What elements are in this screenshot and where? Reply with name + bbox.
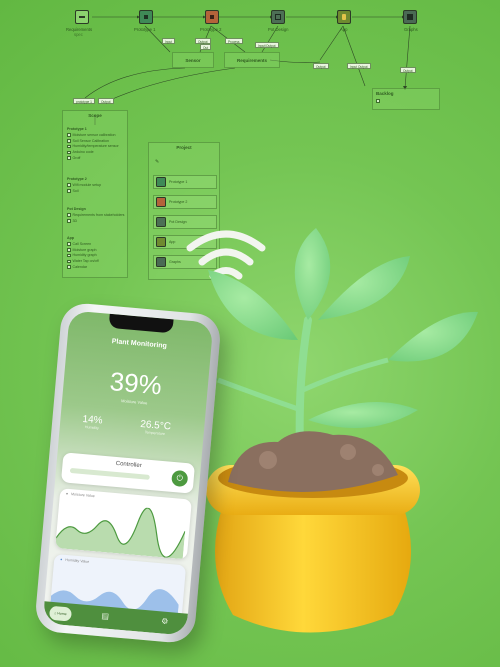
edge-tag: Process [225,38,243,44]
checklist-item[interactable]: Soil [67,189,101,193]
node-sublabel: spec [74,32,83,37]
pencil-icon[interactable]: ✎ [155,159,159,165]
phone-mockup: Plant Monitoring 39% Moisture Value 14% … [33,301,223,645]
humidity-label: Humidity [84,425,99,431]
panel-title: Project [176,145,192,150]
card-title: Humidity Value [65,557,90,564]
checklist-item[interactable]: Groff [67,156,119,160]
edge-tag: Output [98,98,114,104]
chip-icon [139,10,153,24]
node-label: Prototype 2 [200,27,222,32]
nav-home[interactable]: ⌂ Home [48,605,73,622]
panel-title: Scope [88,113,102,118]
node-label: Graphs [404,27,418,32]
droplet-icon: ● [60,557,63,562]
nav-home-label: Home [57,611,67,617]
card-title: Moisture Value [70,492,95,499]
project-row-label: Prototype 2 [169,199,188,204]
graph-icon [403,10,417,24]
phone-screen: Plant Monitoring 39% Moisture Value 14% … [42,310,214,636]
project-row[interactable]: Prototype 1 [153,175,217,189]
card-header: ● Moisture Value [66,492,95,499]
controller-card: Controller ⏻ [60,452,196,494]
checklist-item[interactable]: Wifi module setup [67,183,101,187]
edge-tag: Input Output [347,63,371,69]
node-label: Pot Design [268,27,289,32]
chip-icon [156,177,166,187]
edge-tag: prototype 1 [73,98,95,104]
scope-group: Prototype 1 Moisture sensor calibration … [67,127,119,162]
card-header: ● Humidity Value [60,557,89,564]
group-title: Prototype 1 [67,127,87,131]
node-sensor[interactable]: Sensor [172,52,214,68]
group-title: Prototype 2 [67,177,87,181]
checklist-item[interactable]: Humidity/temperature sensor [67,144,119,148]
project-row-label: Prototype 1 [169,179,188,184]
screen-title: Plant Monitoring [111,338,168,350]
edge-tag: Output [313,63,329,69]
home-icon: ⌂ [54,611,57,616]
temperature-stat: 26.5°C Temperature [139,419,172,437]
node-label: Requirements [236,58,267,63]
app-icon [337,10,351,24]
checklist-item[interactable]: Arduino code [67,150,119,154]
humidity-stat: 14% Humidity [82,414,103,431]
checklist-item[interactable]: Moisture graph [67,248,99,252]
checklist-item[interactable]: Soil Sensor Calibration [67,139,119,143]
checklist-item[interactable]: Call Screen [67,242,99,246]
moisture-graph-card: ● Moisture Value [55,488,192,560]
edge-tag: Input [162,38,176,44]
checkbox[interactable] [376,99,439,103]
edge-tag: Input/Output [255,42,279,48]
droplet-icon: ● [65,491,69,496]
scope-group: Prototype 2 Wifi module setup Soil [67,177,101,194]
backlog-panel[interactable]: Backlog [372,88,440,110]
checklist-item[interactable]: Water Tap on/off [67,259,99,263]
power-icon[interactable]: ⏻ [171,469,189,488]
node-label: Sensor [185,58,201,63]
node-requirements-mid[interactable]: Requirements [224,52,280,68]
calendar-icon[interactable]: ▤ [101,611,109,621]
edge-tag: Out [200,44,212,50]
gear-icon[interactable]: ⚙ [161,616,169,626]
project-row[interactable]: Prototype 2 [153,195,217,209]
edge-tag: Output [400,67,416,73]
node-label: App [340,27,348,32]
checklist-item[interactable]: Requirements from stakeholders [67,213,124,217]
chip-icon [205,10,219,24]
group-title: Pot Design [67,207,86,211]
controller-slider[interactable] [69,467,150,480]
scope-panel[interactable]: Scope Prototype 1 Moisture sensor calibr… [62,110,128,278]
node-label: Prototype 1 [134,27,156,32]
panel-title: Backlog [376,91,394,96]
scope-group: Pot Design Requirements from stakeholder… [67,207,124,224]
moisture-graph [55,507,186,560]
requirements-icon [75,10,89,24]
checklist-item[interactable]: Moisture sensor calibration [67,133,119,137]
checklist-item[interactable]: Calendar [67,265,99,269]
chip-icon [156,197,166,207]
checklist-item[interactable]: Humidity graph [67,253,99,257]
box-icon [271,10,285,24]
scope-group: App Call Screen Moisture graph Humidity … [67,236,99,271]
group-title: App [67,236,74,240]
checklist-item[interactable]: 3D [67,219,124,223]
